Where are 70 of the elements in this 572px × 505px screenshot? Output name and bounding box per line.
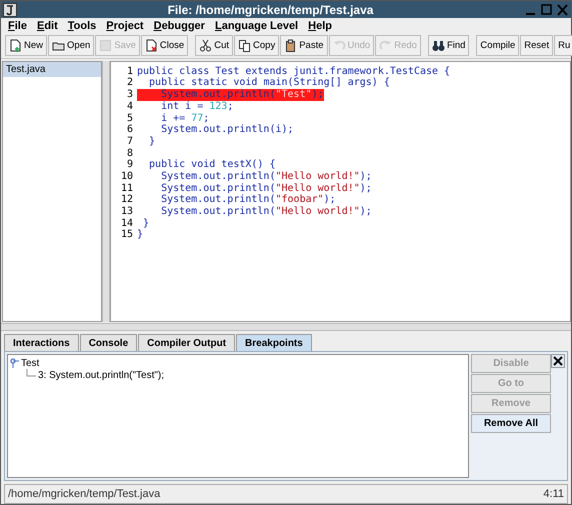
code-line: }: [137, 229, 144, 242]
toolbar-button[interactable]: Open: [48, 35, 94, 56]
line-number: 4: [126, 100, 134, 113]
toolbar-button[interactable]: New: [5, 35, 48, 56]
line-number: 8: [126, 148, 134, 160]
toolbar-button[interactable]: Ru: [554, 35, 572, 56]
menu-item[interactable]: Tools: [68, 18, 96, 34]
toolbar-button[interactable]: Copy: [234, 35, 280, 56]
line-number: 14: [120, 218, 134, 230]
line-number: 12: [120, 194, 134, 206]
line-number: 10: [120, 170, 134, 183]
line-number: 5: [126, 112, 134, 124]
code-line: int i = 123;: [160, 100, 234, 113]
maximize-icon[interactable]: [540, 2, 553, 16]
close-file-icon: [144, 38, 158, 53]
code-line: public static void main(String[] args) {: [148, 77, 390, 89]
binoculars-icon: [432, 38, 445, 53]
menu-item[interactable]: Edit: [36, 18, 58, 34]
clipboard-icon: [284, 38, 298, 53]
tree-item[interactable]: Test: [21, 356, 40, 371]
toolbar-button[interactable]: Paste: [280, 35, 328, 56]
tab[interactable]: Interactions: [4, 334, 79, 352]
toolbar-button[interactable]: Compile: [476, 35, 520, 56]
menu-item[interactable]: Debugger: [154, 18, 205, 34]
close-icon[interactable]: [556, 2, 569, 16]
line-number: 1: [126, 66, 134, 78]
panel-button[interactable]: Remove All: [471, 414, 551, 434]
code-line: System.out.println(i);: [160, 124, 294, 136]
tab[interactable]: Breakpoints: [236, 334, 312, 352]
code-line: public class Test extends junit.framework.TestCase {: [137, 66, 450, 77]
menu-item[interactable]: Project: [106, 18, 144, 34]
scissors-icon: [199, 38, 212, 53]
document-entry[interactable]: Test.java: [3, 62, 101, 77]
menu-item[interactable]: Language Level: [214, 18, 298, 34]
cursor-position: 4:11: [543, 486, 564, 502]
line-number: 13: [120, 206, 134, 218]
line-number: 3: [126, 89, 134, 101]
code-line: System.out.println("Hello world!");: [160, 170, 372, 183]
code-line: public void testX() {: [148, 159, 276, 171]
toolbar-button[interactable]: Find: [428, 35, 470, 56]
line-number: 2: [126, 77, 134, 90]
code-line: }: [142, 218, 150, 230]
toolbar-button[interactable]: Reset: [520, 35, 554, 56]
window-title: File: /home/mgricken/temp/Test.java: [166, 2, 374, 18]
tree-handle-icon[interactable]: [10, 358, 19, 368]
line-number: 11: [120, 182, 134, 194]
line-number: 15: [120, 229, 134, 242]
code-line: System.out.println("Hello world!");: [160, 206, 372, 218]
toolbar-button[interactable]: Close: [140, 35, 188, 56]
new-file-icon: [9, 38, 22, 53]
toolbar-button[interactable]: Cut: [195, 35, 234, 56]
line-number: 7: [126, 136, 134, 148]
code-line: System.out.println("foobar");: [160, 194, 336, 206]
copy-icon: [238, 38, 252, 53]
code-line: System.out.println("Hello world!");: [160, 182, 372, 194]
menu-item[interactable]: Help: [308, 18, 332, 34]
splitter-bar[interactable]: [102, 60, 110, 322]
splitter-bar[interactable]: [1, 323, 571, 332]
tree-item[interactable]: 3: System.out.println("Test");: [38, 368, 164, 383]
tab[interactable]: Console: [80, 334, 138, 352]
file-path: /home/mgricken/temp/Test.java: [8, 486, 160, 502]
line-number: 6: [126, 124, 134, 136]
line-number: 9: [126, 159, 134, 171]
close-panel-button[interactable]: [551, 354, 565, 368]
code-line: i += 77;: [160, 112, 210, 124]
tab[interactable]: Compiler Output: [138, 334, 236, 352]
menu-item[interactable]: File: [8, 18, 27, 34]
code-line: }: [148, 136, 156, 148]
app-icon: [3, 2, 17, 16]
close-icon: [553, 356, 563, 366]
